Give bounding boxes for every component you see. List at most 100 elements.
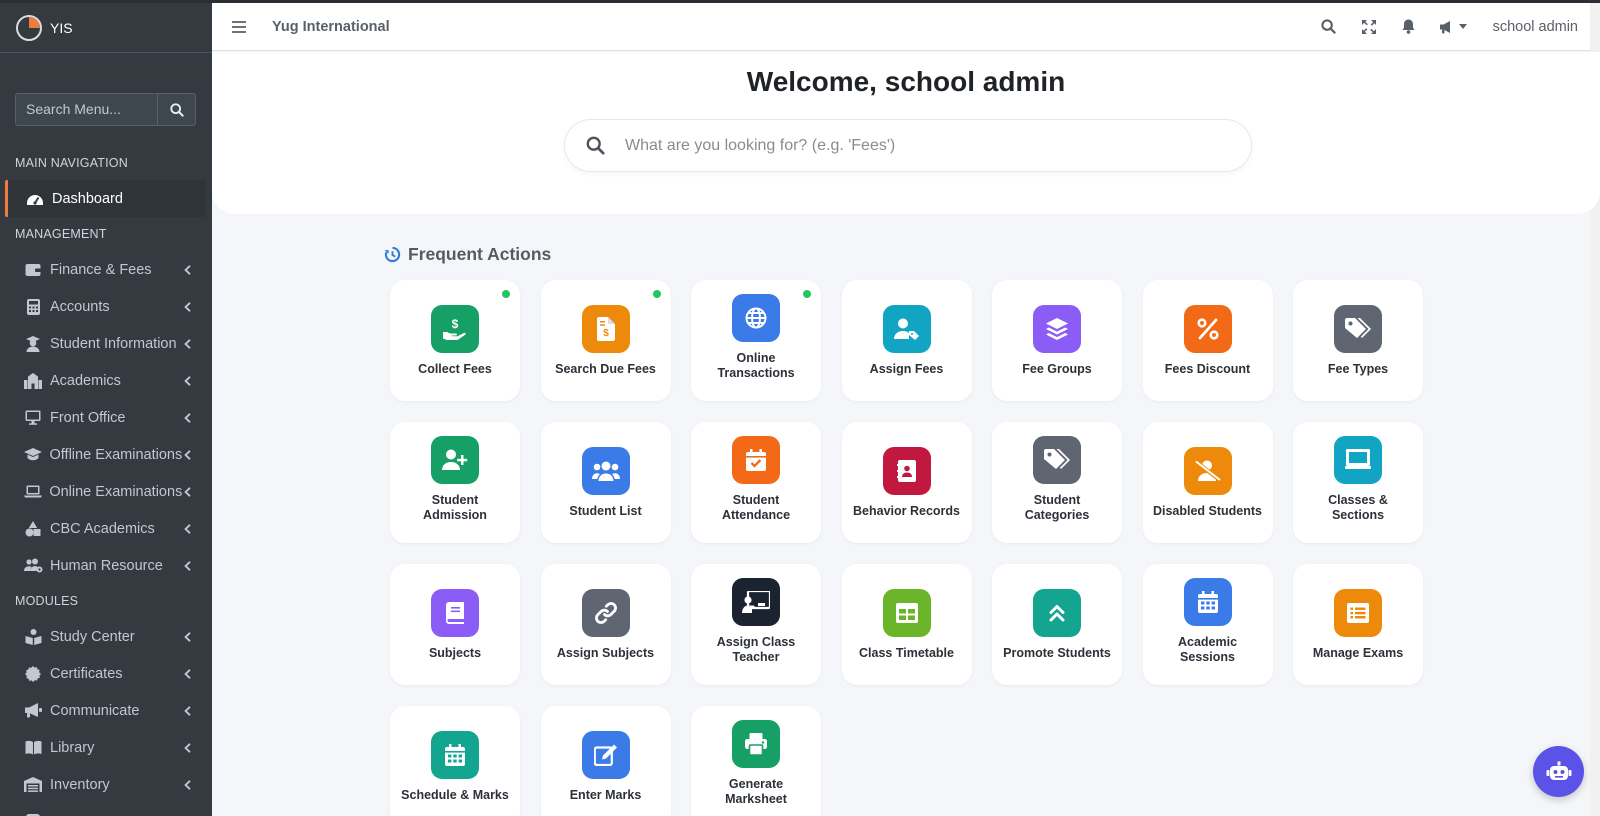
action-card-online-transactions[interactable]: Online Transactions: [691, 280, 821, 401]
expand-toggle[interactable]: [182, 264, 192, 275]
action-card-fees-discount[interactable]: Fees Discount: [1142, 280, 1273, 401]
navbar-search-button[interactable]: [1309, 19, 1349, 34]
user-tag-icon: [882, 304, 931, 353]
recent-indicator-dot: [502, 290, 510, 298]
action-card-classes-sections[interactable]: Classes & Sections: [1293, 422, 1423, 543]
frequent-actions-title: Frequent Actions: [408, 244, 552, 264]
calendar-check-icon: [732, 436, 780, 484]
fullscreen-button[interactable]: [1349, 19, 1389, 34]
sidebar-item-academics[interactable]: Academics: [0, 362, 212, 399]
sidebar-item-front-office[interactable]: Front Office: [0, 399, 212, 436]
expand-toggle[interactable]: [182, 705, 192, 716]
sidebar-item-library[interactable]: Library: [0, 729, 212, 766]
sidebar-item-accounts[interactable]: Accounts: [0, 288, 212, 325]
sidebar-item-label: Human Resource: [50, 557, 163, 574]
action-card-enter-marks[interactable]: Enter Marks: [540, 706, 671, 816]
sidebar-item-transport[interactable]: Transport: [0, 803, 212, 816]
sidebar-item-finance-fees[interactable]: Finance & Fees: [0, 251, 212, 288]
school-name[interactable]: Yug International: [272, 19, 390, 35]
link-icon: [581, 588, 630, 637]
brand-logo: [16, 14, 42, 41]
user-graduate-icon: [23, 335, 43, 353]
action-card-assign-fees[interactable]: Assign Fees: [841, 280, 972, 401]
sidebar-search-input[interactable]: Search Menu...: [15, 93, 157, 126]
notifications-button[interactable]: [1389, 19, 1429, 34]
chevron-left-icon: [183, 631, 191, 642]
sidebar-item-dashboard[interactable]: Dashboard: [5, 180, 206, 217]
users-icon: [581, 446, 630, 495]
menu-toggle-button[interactable]: [214, 20, 264, 33]
brand[interactable]: YIS: [0, 3, 212, 53]
action-card-label: Collect Fees: [418, 361, 492, 376]
sidebar-item-cbc-academics[interactable]: CBC Academics: [0, 510, 212, 547]
action-card-academic-sessions[interactable]: Academic Sessions: [1142, 564, 1273, 685]
expand-toggle[interactable]: [182, 338, 192, 349]
expand-toggle[interactable]: [182, 486, 192, 497]
expand-toggle[interactable]: [182, 668, 192, 679]
expand-toggle[interactable]: [182, 631, 192, 642]
top-navbar: Yug International school admin: [212, 3, 1600, 51]
sidebar-item-label: Student Information: [50, 335, 177, 352]
action-card-promote-students[interactable]: Promote Students: [992, 564, 1122, 685]
sidebar-item-study-center[interactable]: Study Center: [0, 618, 212, 655]
action-card-manage-exams[interactable]: Manage Exams: [1293, 564, 1423, 685]
action-card-student-list[interactable]: Student List: [540, 422, 671, 543]
action-card-disabled-students[interactable]: Disabled Students: [1142, 422, 1273, 543]
expand-toggle[interactable]: [182, 742, 192, 753]
action-card-label: Search Due Fees: [555, 361, 656, 376]
action-card-label: Student Attendance: [721, 493, 791, 522]
calculator-icon: [23, 298, 43, 316]
expand-toggle[interactable]: [182, 560, 192, 571]
expand-toggle[interactable]: [182, 523, 192, 534]
expand-toggle[interactable]: [182, 779, 192, 790]
expand-toggle[interactable]: [182, 301, 192, 312]
welcome-title: Welcome, school admin: [746, 66, 1066, 97]
sidebar-item-student-information[interactable]: Student Information: [0, 325, 212, 362]
action-card-assign-subjects[interactable]: Assign Subjects: [540, 564, 671, 685]
action-card-student-admission[interactable]: Student Admission: [390, 422, 520, 543]
action-card-class-timetable[interactable]: Class Timetable: [841, 564, 972, 685]
global-search-input[interactable]: What are you looking for? (e.g. 'Fees'): [564, 119, 1252, 172]
action-card-label: Student List: [569, 503, 642, 518]
action-card-assign-class-teacher[interactable]: Assign Class Teacher: [691, 564, 821, 685]
sidebar-item-inventory[interactable]: Inventory: [0, 766, 212, 803]
chalkboard-icon: [1334, 436, 1382, 484]
chevron-left-icon: [183, 668, 191, 679]
sidebar-item-communicate[interactable]: Communicate: [0, 692, 212, 729]
action-card-student-categories[interactable]: Student Categories: [992, 422, 1122, 543]
frequent-actions-heading: Frequent Actions: [384, 244, 551, 265]
expand-toggle[interactable]: [182, 449, 192, 460]
action-card-generate-marksheet[interactable]: Generate Marksheet: [691, 706, 821, 816]
chevron-left-icon: [183, 742, 191, 753]
calendar-icon: [431, 730, 479, 779]
chatbot-button[interactable]: [1533, 746, 1584, 797]
user-menu[interactable]: school admin: [1493, 19, 1578, 35]
chevron-left-icon: [183, 264, 191, 275]
action-card-fee-groups[interactable]: Fee Groups: [992, 280, 1122, 401]
sidebar-search-button[interactable]: [157, 93, 196, 126]
action-card-fee-types[interactable]: Fee Types: [1293, 280, 1423, 401]
desktop-icon: [23, 409, 43, 427]
sidebar-item-label: Online Examinations: [49, 483, 183, 500]
sidebar-item-human-resource[interactable]: Human Resource: [0, 547, 212, 584]
action-card-label: Online Transactions: [717, 351, 795, 380]
search-icon: [169, 102, 184, 117]
sidebar-item-certificates[interactable]: Certificates: [0, 655, 212, 692]
expand-toggle[interactable]: [182, 412, 192, 423]
expand-toggle[interactable]: [182, 375, 192, 386]
sidebar-item-label: Library: [50, 739, 95, 756]
action-card-search-due-fees[interactable]: $ Search Due Fees: [540, 280, 671, 401]
calendar-alt-icon: [1183, 578, 1232, 626]
action-card-student-attendance[interactable]: Student Attendance: [691, 422, 821, 543]
action-card-label: Fee Types: [1327, 361, 1389, 376]
action-card-collect-fees[interactable]: $ Collect Fees: [390, 280, 520, 401]
hamburger-icon: [232, 20, 246, 33]
sidebar-item-online-examinations[interactable]: Online Examinations: [0, 473, 212, 510]
action-card-behavior-records[interactable]: Behavior Records: [841, 422, 972, 543]
action-card-subjects[interactable]: Subjects: [390, 564, 520, 685]
bullhorn-icon: [23, 702, 43, 720]
sidebar-item-offline-examinations[interactable]: Offline Examinations: [0, 436, 212, 473]
announcements-dropdown[interactable]: [1429, 20, 1477, 34]
nav-header-main: MAIN NAVIGATION: [15, 156, 128, 170]
action-card-schedule-marks[interactable]: Schedule & Marks: [390, 706, 520, 816]
